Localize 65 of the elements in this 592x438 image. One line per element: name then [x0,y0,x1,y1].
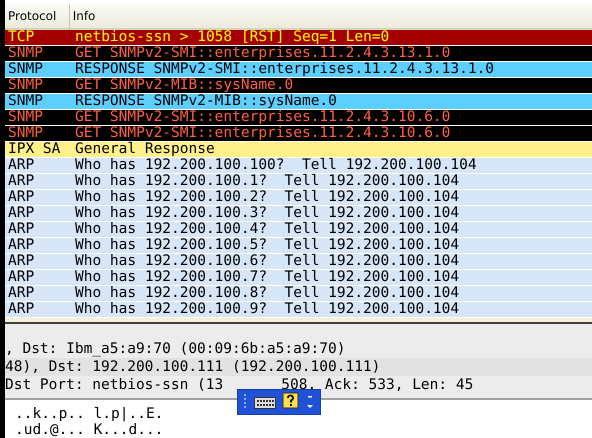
info-cell: GET SNMPv2-SMI::enterprises.11.2.4.3.10.6.0 [75,110,450,125]
packet-row[interactable]: ARP Who has 192.200.100.9? Tell 192.200.100.104 [5,302,592,318]
info-cell: GET SNMPv2-SMI::enterprises.11.2.4.3.10.6.0 [75,126,450,141]
protocol-cell-text: ARP [7,158,36,173]
info-cell: GET SNMPv2-SMI::enterprises.11.2.4.3.13.1.0 [75,46,450,61]
protocol-cell-text: ARP [7,190,36,205]
protocol-cell-text: ARP [7,206,36,221]
info-cell: Who has 192.200.100.4? Tell 192.200.100.104 [75,222,460,237]
protocol-cell-text: SNMP [7,78,44,93]
packet-row[interactable]: ARP Who has 192.200.100.2? Tell 192.200.100.104 [5,190,592,206]
info-cell: netbios-ssn > 1058 [RST] Seq=1 Len=0 [75,30,390,45]
info-cell: Who has 192.200.100.7? Tell 192.200.100.104 [75,270,460,285]
protocol-cell-text: TCP [7,30,36,45]
bytes-text: ..k..p.. l.p|..E. [15,406,164,422]
protocol-cell-text: ARP [7,222,36,237]
detail-line: 508, Ack: 533, Len: 45 [280,377,474,393]
info-cell: Who has 192.200.100.9? Tell 192.200.100.104 [75,302,460,317]
info-cell: Who has 192.200.100.1? Tell 192.200.100.104 [75,174,460,189]
info-cell: Who has 192.200.100.5? Tell 192.200.100.104 [75,238,460,253]
packet-row[interactable]: ARP Who has 192.200.100.5? Tell 192.200.100.104 [5,238,592,254]
grip-icon[interactable] [242,393,248,411]
packet-row[interactable]: ARP Who has 192.200.100.4? Tell 192.200.100.104 [5,222,592,238]
info-cell: Who has 192.200.100.6? Tell 192.200.100.104 [75,254,460,269]
packet-row[interactable]: SNMP GET SNMPv2-SMI::enterprises.11.2.4.3.13.1.0 [5,46,592,62]
info-cell: Who has 192.200.100.2? Tell 192.200.100.104 [75,190,460,205]
detail-line: , Dst: Ibm_a5:a9:70 (00:09:6b:a5:a9:70) [5,341,346,357]
protocol-cell-text: ARP [7,270,36,285]
packet-row[interactable]: ARP Who has 192.200.100.100? Tell 192.200.100.104 [5,158,592,174]
info-cell: Who has 192.200.100.3? Tell 192.200.100.104 [75,206,460,221]
protocol-cell-text: ARP [7,174,36,189]
protocol-cell-text: SNMP [7,62,44,77]
packet-row[interactable]: ARP Who has 192.200.100.1? Tell 192.200.100.104 [5,174,592,190]
packet-row[interactable]: SNMP RESPONSE SNMPv2-SMI::enterprises.11.2.4.3.13.1.0 [5,62,592,78]
protocol-cell-text: SNMP [7,94,44,109]
protocol-cell-text: SNMP [7,46,44,61]
protocol-cell-text: IPX SA [7,142,62,157]
packet-row[interactable]: IPX SA General Response [5,142,592,158]
info-cell: RESPONSE SNMPv2-SMI::enterprises.11.2.4.3.13.1.0 [75,62,494,77]
info-cell: RESPONSE SNMPv2-MIB::sysName.0 [75,94,337,109]
packet-row[interactable]: ARP Who has 192.200.100.7? Tell 192.200.100.104 [5,270,592,286]
packet-row[interactable]: ARP Who has 192.200.100.3? Tell 192.200.100.104 [5,206,592,222]
bytes-text: .ud.@... K...d... [15,422,164,438]
packet-row[interactable]: ARP Who has 192.200.100.6? Tell 192.200.100.104 [5,254,592,270]
keyboard-icon[interactable] [254,395,276,409]
column-header[interactable]: Info [70,4,592,30]
packet-row[interactable]: SNMP RESPONSE SNMPv2-MIB::sysName.0 [5,94,592,110]
protocol-cell-text: ARP [7,254,36,269]
detail-line: Dst Port: netbios-ssn (13 [5,377,224,393]
info-cell: Who has 192.200.100.100? Tell 192.200.100.104 [75,158,477,173]
packet-row[interactable]: SNMP GET SNMPv2-SMI::enterprises.11.2.4.3.10.6.0 [5,110,592,126]
detail-line: 48), Dst: 192.200.100.111 (192.200.100.111) [5,359,380,375]
protocol-cell-text: ARP [7,238,36,253]
protocol-cell-text: ARP [7,286,36,301]
column-header[interactable]: Protocol [5,4,70,30]
info-cell: General Response [75,142,215,157]
packet-row[interactable]: TCP netbios-ssn > 1058 [RST] Seq=1 Len=0 [5,30,592,46]
packet-row[interactable]: ARP Who has 192.200.100.8? Tell 192.200.100.104 [5,286,592,302]
info-cell: GET SNMPv2-MIB::sysName.0 [75,78,294,93]
options-arrows-icon[interactable] [306,393,314,411]
packet-row[interactable]: SNMP GET SNMPv2-MIB::sysName.0 [5,78,592,94]
protocol-cell-text: SNMP [7,126,44,141]
info-cell: Who has 192.200.100.8? Tell 192.200.100.104 [75,286,460,301]
packet-row[interactable]: SNMP GET SNMPv2-SMI::enterprises.11.2.4.3.10.6.0 [5,126,592,142]
protocol-cell-text: SNMP [7,110,44,125]
protocol-cell-text: ARP [7,302,36,317]
